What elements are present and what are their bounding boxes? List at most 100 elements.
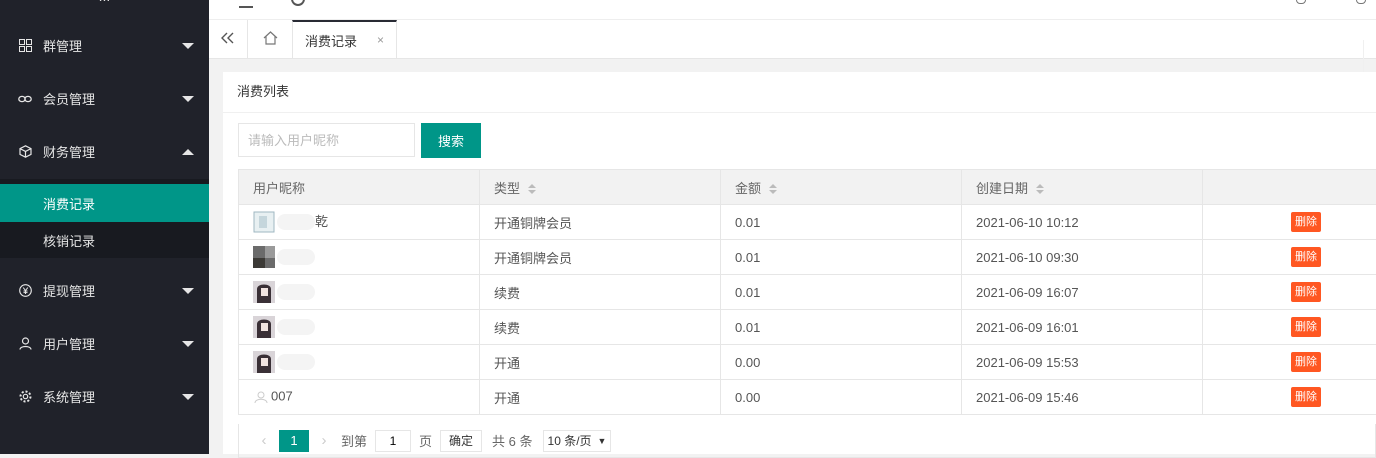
double-chevron-left-icon (221, 32, 235, 47)
sidebar-item-withdrawal-management[interactable]: 提现管理 (0, 264, 209, 317)
cell-nickname (239, 345, 480, 380)
delete-button[interactable]: 删除 (1291, 317, 1321, 337)
delete-button[interactable]: 删除 (1291, 247, 1321, 267)
search-button[interactable]: 搜索 (421, 123, 481, 158)
search-input[interactable] (238, 123, 415, 157)
top-header (209, 0, 1376, 20)
chevron-up-icon (182, 149, 194, 155)
tab-bar: 消费记录 × (209, 20, 1376, 59)
delete-button[interactable]: 删除 (1291, 212, 1321, 232)
cell-type: 开通铜牌会员 (480, 205, 721, 240)
chevron-down-icon (182, 288, 194, 294)
cell-date: 2021-06-09 16:07 (962, 275, 1203, 310)
dropdown-icon[interactable] (1356, 0, 1366, 4)
chevron-down-icon (182, 96, 194, 102)
close-icon[interactable]: × (377, 33, 384, 47)
chevron-down-icon (182, 394, 194, 400)
chevron-down-icon (182, 341, 194, 347)
blurred-nickname (277, 284, 315, 300)
column-header-nickname: 用户昵称 (239, 170, 480, 205)
tab-consumption-records[interactable]: 消费记录 × (292, 20, 397, 58)
blurred-nickname (277, 354, 315, 370)
sidebar-item-label: 提现管理 (43, 281, 95, 300)
avatar (253, 386, 269, 408)
prev-page-button[interactable]: ‹ (253, 432, 275, 449)
dropdown-arrow-icon: ▼ (598, 436, 607, 446)
consumption-list-card: 消费列表 搜索 用户昵称 类型 金额 创建日期 乾 开通铜牌会员 0.01 20… (223, 72, 1376, 454)
cell-amount: 0.00 (721, 380, 962, 415)
avatar (253, 246, 275, 268)
sort-icon[interactable] (528, 184, 536, 194)
cell-amount: 0.01 (721, 240, 962, 275)
link-icon (18, 92, 32, 106)
pagination: ‹ 1 › 到第 页 确定 共 6 条 10 条/页 ▼ (238, 424, 1376, 458)
cell-nickname (239, 310, 480, 345)
yen-icon (18, 284, 32, 298)
sidebar-item-label: 系统管理 (43, 387, 95, 406)
page-unit-label: 页 (419, 431, 432, 450)
tabs-scroll-left-button[interactable] (209, 20, 248, 58)
cell-type: 开通 (480, 345, 721, 380)
finance-submenu: 消费记录 核销记录 (0, 179, 209, 258)
cell-nickname (239, 275, 480, 310)
nickname-text: 007 (271, 388, 293, 403)
submenu-item-consumption-records[interactable]: 消费记录 (0, 184, 209, 222)
brand-title: ... (0, 0, 209, 8)
table-row: 007 开通 0.00 2021-06-09 15:46 删除 (239, 380, 1376, 415)
tab-home[interactable] (248, 20, 292, 58)
cell-amount: 0.01 (721, 205, 962, 240)
column-header-created-date[interactable]: 创建日期 (962, 170, 1203, 205)
column-header-type[interactable]: 类型 (480, 170, 721, 205)
total-count: 共 6 条 (492, 431, 532, 450)
cell-amount: 0.01 (721, 275, 962, 310)
cell-nickname: 乾 (239, 205, 480, 240)
column-header-actions (1203, 170, 1376, 205)
cell-nickname: 007 (239, 380, 480, 415)
cell-actions: 删除 (1203, 275, 1376, 310)
cell-actions: 删除 (1203, 310, 1376, 345)
avatar (253, 351, 275, 373)
delete-button[interactable]: 删除 (1291, 352, 1321, 372)
cell-amount: 0.00 (721, 345, 962, 380)
sort-icon[interactable] (769, 184, 777, 194)
next-page-button[interactable]: › (313, 432, 335, 449)
sidebar-item-group-management[interactable]: 群管理 (0, 19, 209, 72)
menu-toggle-icon[interactable] (239, 0, 253, 8)
cell-type: 开通 (480, 380, 721, 415)
notification-icon[interactable] (1296, 0, 1306, 4)
cell-date: 2021-06-09 16:01 (962, 310, 1203, 345)
cell-type: 续费 (480, 275, 721, 310)
table-row: 乾 开通铜牌会员 0.01 2021-06-10 10:12 删除 (239, 205, 1376, 240)
sidebar-item-member-management[interactable]: 会员管理 (0, 72, 209, 125)
sidebar-item-label: 财务管理 (43, 142, 95, 161)
delete-button[interactable]: 删除 (1291, 387, 1321, 407)
blurred-nickname (277, 249, 315, 265)
column-header-label: 金额 (735, 181, 761, 196)
delete-button[interactable]: 删除 (1291, 282, 1321, 302)
column-header-amount[interactable]: 金额 (721, 170, 962, 205)
refresh-icon[interactable] (291, 0, 305, 6)
page-size-value: 10 条/页 (548, 432, 592, 449)
column-header-label: 类型 (494, 181, 520, 196)
cell-type: 续费 (480, 310, 721, 345)
confirm-page-button[interactable]: 确定 (440, 430, 482, 452)
sidebar-item-system-management[interactable]: 系统管理 (0, 370, 209, 423)
submenu-item-verification-records[interactable]: 核销记录 (0, 222, 209, 258)
cell-date: 2021-06-09 15:53 (962, 345, 1203, 380)
tab-label: 消费记录 (305, 31, 357, 50)
sort-icon[interactable] (1036, 184, 1044, 194)
sidebar-item-finance-management[interactable]: 财务管理 (0, 125, 209, 178)
page-number-current[interactable]: 1 (279, 430, 309, 452)
home-icon (263, 31, 278, 48)
sidebar-item-user-management[interactable]: 用户管理 (0, 317, 209, 370)
cell-date: 2021-06-10 09:30 (962, 240, 1203, 275)
avatar (253, 316, 275, 338)
nickname-text: 乾 (315, 214, 328, 229)
page-size-select[interactable]: 10 条/页 ▼ (543, 430, 612, 452)
cell-actions: 删除 (1203, 205, 1376, 240)
blurred-nickname (277, 214, 315, 230)
gear-icon (18, 390, 32, 404)
cube-icon (18, 145, 32, 159)
table-row: 开通 0.00 2021-06-09 15:53 删除 (239, 345, 1376, 380)
goto-page-input[interactable] (375, 430, 411, 452)
